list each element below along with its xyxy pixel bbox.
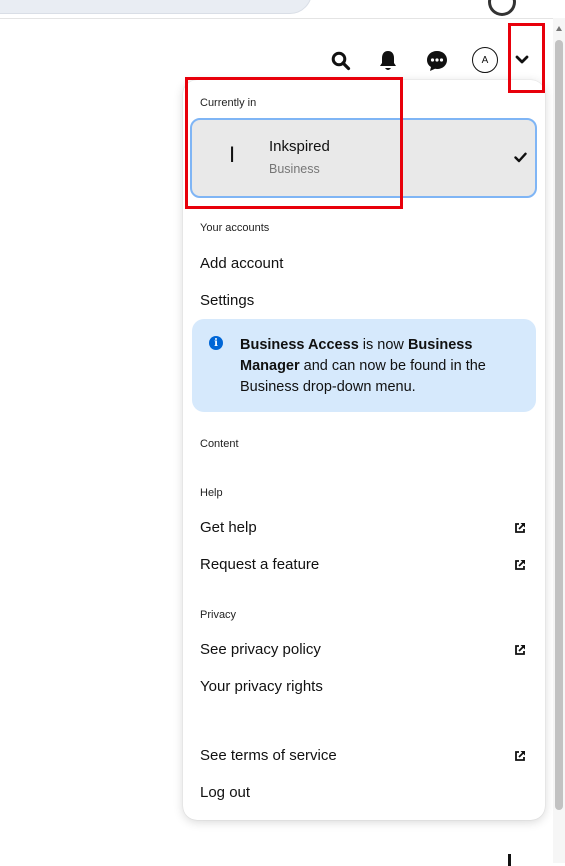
external-link-icon <box>514 643 526 655</box>
privacy-heading: Privacy <box>200 609 237 621</box>
current-account-card[interactable]: I Inkspired Business <box>190 118 537 198</box>
scrollbar-thumb[interactable] <box>555 40 563 810</box>
account-type: Business <box>269 162 320 176</box>
avatar[interactable]: A <box>472 47 498 73</box>
bell-icon[interactable] <box>377 49 399 73</box>
partial-circle-icon <box>488 0 516 16</box>
external-link-icon <box>514 749 526 761</box>
log-out-link[interactable]: Log out <box>200 784 250 801</box>
account-name: Inkspired <box>269 138 330 155</box>
account-initial: I <box>229 142 236 167</box>
account-dropdown-menu: Currently in I Inkspired Business Your a… <box>183 80 545 820</box>
business-manager-notice: i Business Access is now Business Manage… <box>192 319 536 412</box>
scroll-up-arrow-icon[interactable] <box>556 26 562 31</box>
add-account-link[interactable]: Add account <box>200 255 283 272</box>
external-link-icon <box>514 558 526 570</box>
terms-of-service-link[interactable]: See terms of service <box>200 747 337 764</box>
checkmark-icon <box>514 150 527 168</box>
your-accounts-heading: Your accounts <box>200 222 270 234</box>
get-help-link[interactable]: Get help <box>200 519 257 536</box>
avatar-initial: A <box>481 54 489 66</box>
chat-bubble-icon[interactable] <box>425 49 449 73</box>
partial-icon <box>508 854 511 866</box>
notice-text: Business Access is now Business Manager … <box>240 337 486 395</box>
privacy-policy-link[interactable]: See privacy policy <box>200 641 321 658</box>
chevron-down-icon[interactable] <box>513 52 531 68</box>
search-bar[interactable] <box>0 0 312 14</box>
search-icon[interactable] <box>330 50 352 72</box>
header-divider <box>0 18 555 19</box>
info-icon: i <box>209 336 223 350</box>
settings-link[interactable]: Settings <box>200 292 254 309</box>
help-heading: Help <box>200 487 223 499</box>
external-link-icon <box>514 521 526 533</box>
content-heading: Content <box>200 438 239 450</box>
request-feature-link[interactable]: Request a feature <box>200 556 319 573</box>
privacy-rights-link[interactable]: Your privacy rights <box>200 678 323 695</box>
currently-in-heading: Currently in <box>200 97 257 109</box>
